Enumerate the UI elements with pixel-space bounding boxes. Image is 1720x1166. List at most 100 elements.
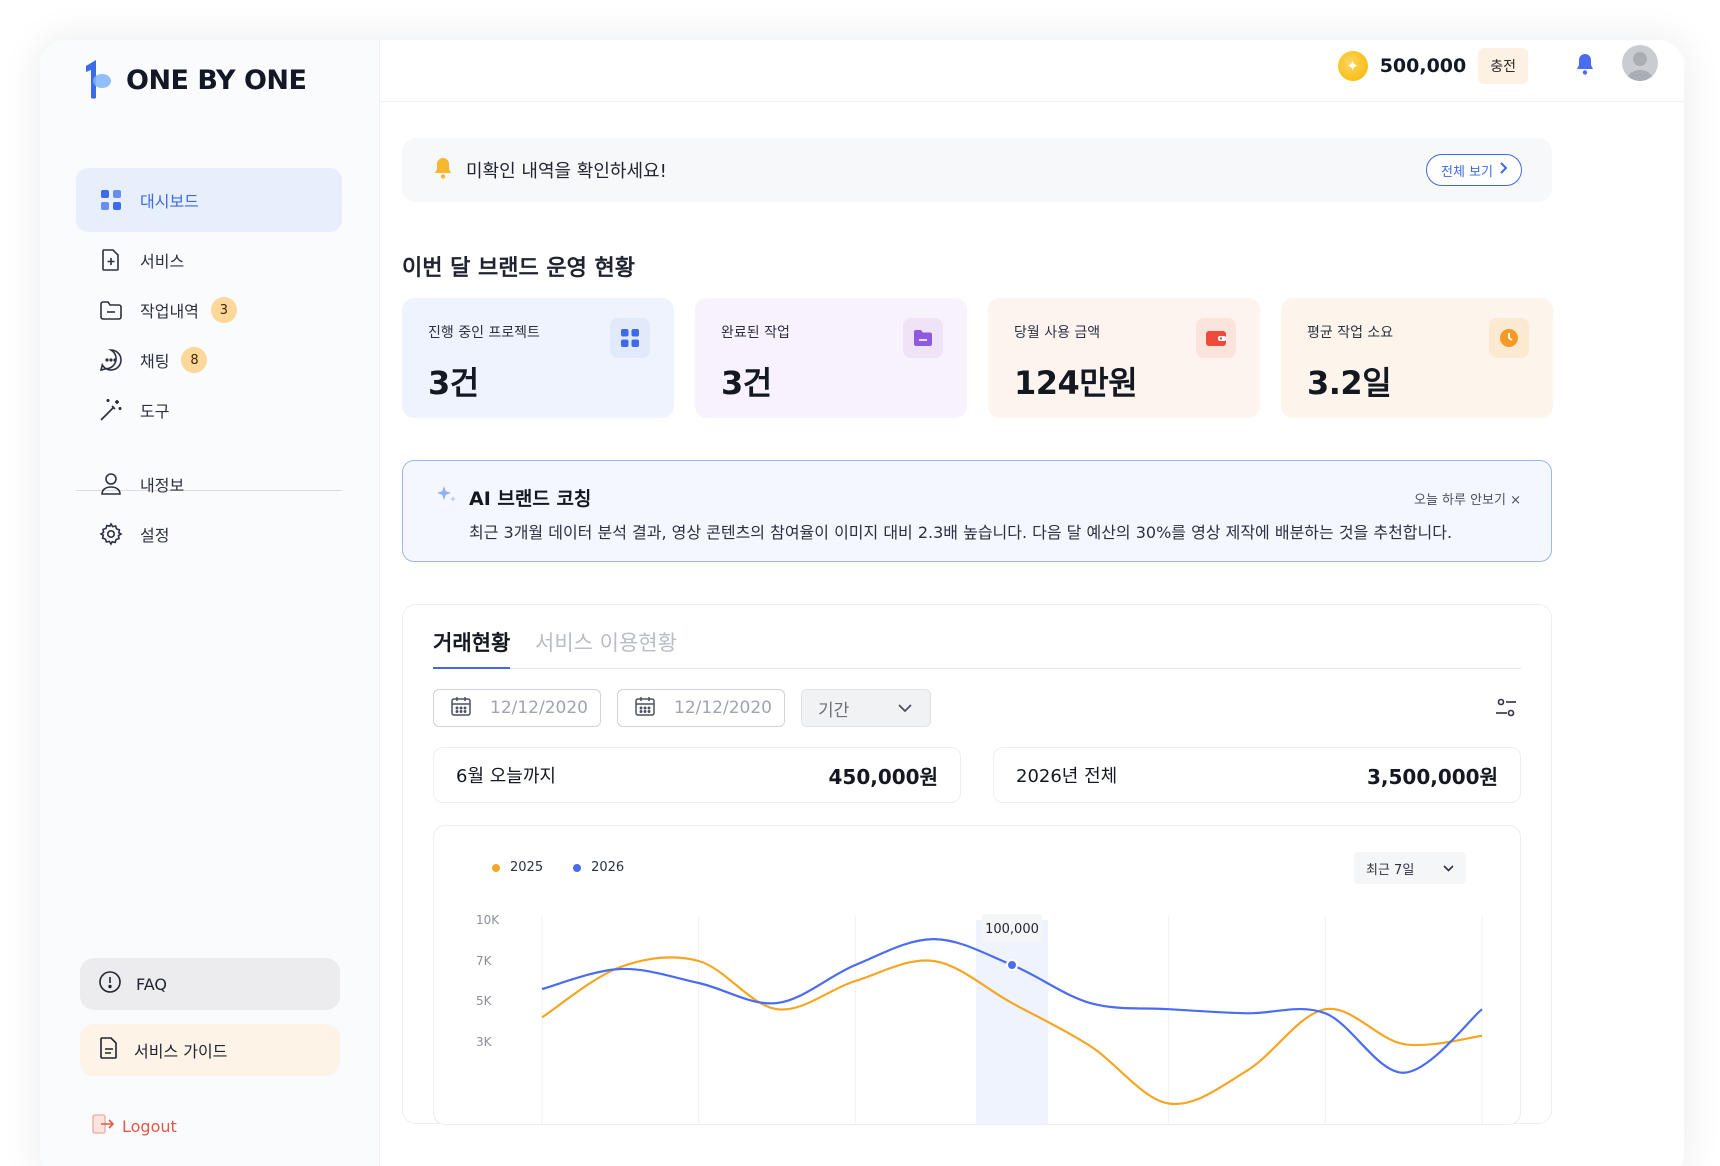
- chevron-down-icon: [898, 698, 912, 718]
- date-to-input[interactable]: 12/12/2020: [617, 689, 785, 727]
- period-label: 기간: [818, 700, 850, 721]
- summary-label: 6월 오늘까지: [456, 766, 556, 787]
- summary-year-total: 2026년 전체 3,500,000원: [993, 747, 1521, 803]
- gear-icon: [98, 521, 124, 547]
- sidebar: ONE BY ONE 대시보드 서비스 작업내역 3 채팅 8 도구 내정보 설…: [40, 40, 380, 1166]
- logo-icon: [86, 60, 111, 99]
- top-bar: ✦ 500,000 충전: [380, 40, 1684, 102]
- chart-legend: 2025 2026: [492, 860, 624, 875]
- chevron-right-icon: [1499, 162, 1508, 178]
- stat-card-spend[interactable]: 당월 사용 금액 124만원: [988, 298, 1260, 418]
- stat-card-completed[interactable]: 완료된 작업 3건: [695, 298, 967, 418]
- stat-card-avg-time[interactable]: 평균 작업 소요 3.2일: [1281, 298, 1553, 418]
- line-chart-card: 10K 7K 5K 3K 100,000 2025 2026 최근 7일: [433, 825, 1521, 1125]
- sidebar-item-label: 서비스: [140, 252, 185, 271]
- calendar-icon: [634, 695, 656, 722]
- stat-cards: 진행 중인 프로젝트 3건 완료된 작업 3건 당월 사용 금액 124만원 평…: [402, 298, 1553, 418]
- calendar-icon: [450, 695, 472, 722]
- sparkle-icon: [435, 483, 459, 512]
- ai-title-text: AI 브랜드 코칭: [469, 488, 592, 510]
- alert-circle-icon: [98, 970, 122, 998]
- y-tick-label: 3K: [476, 1035, 493, 1049]
- stat-value: 3.2일: [1307, 364, 1392, 402]
- stat-card-projects[interactable]: 진행 중인 프로젝트 3건: [402, 298, 674, 418]
- tab-transactions[interactable]: 거래현황: [433, 627, 511, 669]
- sidebar-item-label: 채팅: [140, 352, 170, 371]
- notification-bell-icon[interactable]: [1574, 52, 1596, 80]
- ai-coaching-card: AI 브랜드 코칭 오늘 하루 안보기 × 최근 3개월 데이터 분석 결과, …: [402, 460, 1552, 562]
- service-guide-label: 서비스 가이드: [134, 1042, 228, 1061]
- date-to-value: 12/12/2020: [674, 698, 772, 718]
- sidebar-item-label: 대시보드: [140, 192, 199, 211]
- summary-month-to-date: 6월 오늘까지 450,000원: [433, 747, 961, 803]
- coin-icon: ✦: [1337, 51, 1368, 81]
- balance-area: ✦ 500,000 충전: [1337, 48, 1528, 84]
- user-icon: [98, 471, 124, 497]
- date-from-value: 12/12/2020: [490, 698, 588, 718]
- clock-icon: [1489, 318, 1529, 358]
- y-tick-label: 7K: [476, 954, 493, 968]
- y-tick-label: 10K: [476, 913, 500, 927]
- sidebar-item-label: 내정보: [140, 476, 185, 495]
- summary-label: 2026년 전체: [1016, 766, 1118, 787]
- chat-icon: [98, 347, 124, 373]
- tab-service-usage[interactable]: 서비스 이용현황: [535, 627, 677, 667]
- unread-alert-banner: 미확인 내역을 확인하세요! 전체 보기: [402, 138, 1552, 202]
- sidebar-item-label: 작업내역: [140, 302, 199, 321]
- service-guide-button[interactable]: 서비스 가이드: [80, 1024, 340, 1076]
- stat-value: 3건: [428, 364, 479, 402]
- range-select[interactable]: 최근 7일: [1354, 852, 1466, 884]
- panel-tabs: 거래현황 서비스 이용현황: [433, 627, 1521, 669]
- y-tick-label: 5K: [476, 994, 493, 1008]
- ai-coaching-title: AI 브랜드 코칭: [435, 483, 591, 512]
- summary-value: 450,000원: [828, 764, 939, 789]
- legend-label: 2026: [591, 860, 625, 875]
- legend-label: 2025: [510, 860, 544, 875]
- faq-label: FAQ: [136, 974, 167, 994]
- filter-settings-icon[interactable]: [1495, 697, 1517, 723]
- tooltip-value: 100,000: [985, 922, 1039, 937]
- app-window: ONE BY ONE 대시보드 서비스 작업내역 3 채팅 8 도구 내정보 설…: [40, 40, 1684, 1166]
- folder-icon: [903, 318, 943, 358]
- range-label: 최근 7일: [1366, 862, 1415, 878]
- transactions-panel: 거래현황 서비스 이용현황 12/12/2020 12/12/2020 기간 6…: [402, 604, 1552, 1125]
- grid-icon: [610, 318, 650, 358]
- magic-wand-icon: [98, 397, 124, 423]
- brand-name: ONE BY ONE: [126, 64, 307, 96]
- sidebar-item-label: 도구: [140, 402, 170, 421]
- chat-count-badge: 8: [181, 347, 208, 373]
- legend-item-2025: 2025: [492, 860, 543, 875]
- date-from-input[interactable]: 12/12/2020: [433, 689, 601, 727]
- brand-logo[interactable]: ONE BY ONE: [78, 60, 307, 100]
- period-select[interactable]: 기간: [801, 689, 931, 727]
- ai-coaching-message: 최근 3개월 데이터 분석 결과, 영상 콘텐츠의 참여율이 이미지 대비 2.…: [469, 523, 1453, 542]
- sidebar-item-dashboard[interactable]: 대시보드: [76, 168, 342, 232]
- bell-icon: [432, 156, 454, 185]
- section-title: 이번 달 브랜드 운영 현황: [402, 256, 636, 281]
- view-all-button[interactable]: 전체 보기: [1426, 154, 1522, 186]
- logout-label: Logout: [122, 1116, 177, 1136]
- work-count-badge: 3: [210, 297, 237, 323]
- file-plus-icon: [98, 247, 124, 273]
- sidebar-item-label: 설정: [140, 526, 170, 545]
- view-all-label: 전체 보기: [1441, 164, 1493, 180]
- sidebar-item-tools[interactable]: 도구: [76, 378, 342, 442]
- folder-icon: [98, 297, 124, 323]
- logout-icon: [92, 1114, 115, 1138]
- stat-value: 124만원: [1014, 364, 1138, 402]
- balance-amount: 500,000: [1379, 55, 1467, 77]
- stat-value: 3건: [721, 364, 772, 402]
- document-icon: [98, 1036, 120, 1064]
- dismiss-today-button[interactable]: 오늘 하루 안보기 ×: [1414, 489, 1521, 508]
- avatar[interactable]: [1622, 45, 1658, 81]
- charge-button[interactable]: 충전: [1478, 48, 1528, 84]
- sidebar-item-settings[interactable]: 설정: [76, 502, 342, 566]
- legend-item-2026: 2026: [573, 860, 624, 875]
- hover-band: [976, 920, 1048, 1124]
- summary-value: 3,500,000원: [1366, 764, 1498, 789]
- wallet-icon: [1196, 318, 1236, 358]
- highlight-point: [1006, 959, 1018, 971]
- faq-button[interactable]: FAQ: [80, 958, 340, 1010]
- grid-icon: [98, 187, 124, 213]
- logout-button[interactable]: Logout: [92, 1114, 177, 1138]
